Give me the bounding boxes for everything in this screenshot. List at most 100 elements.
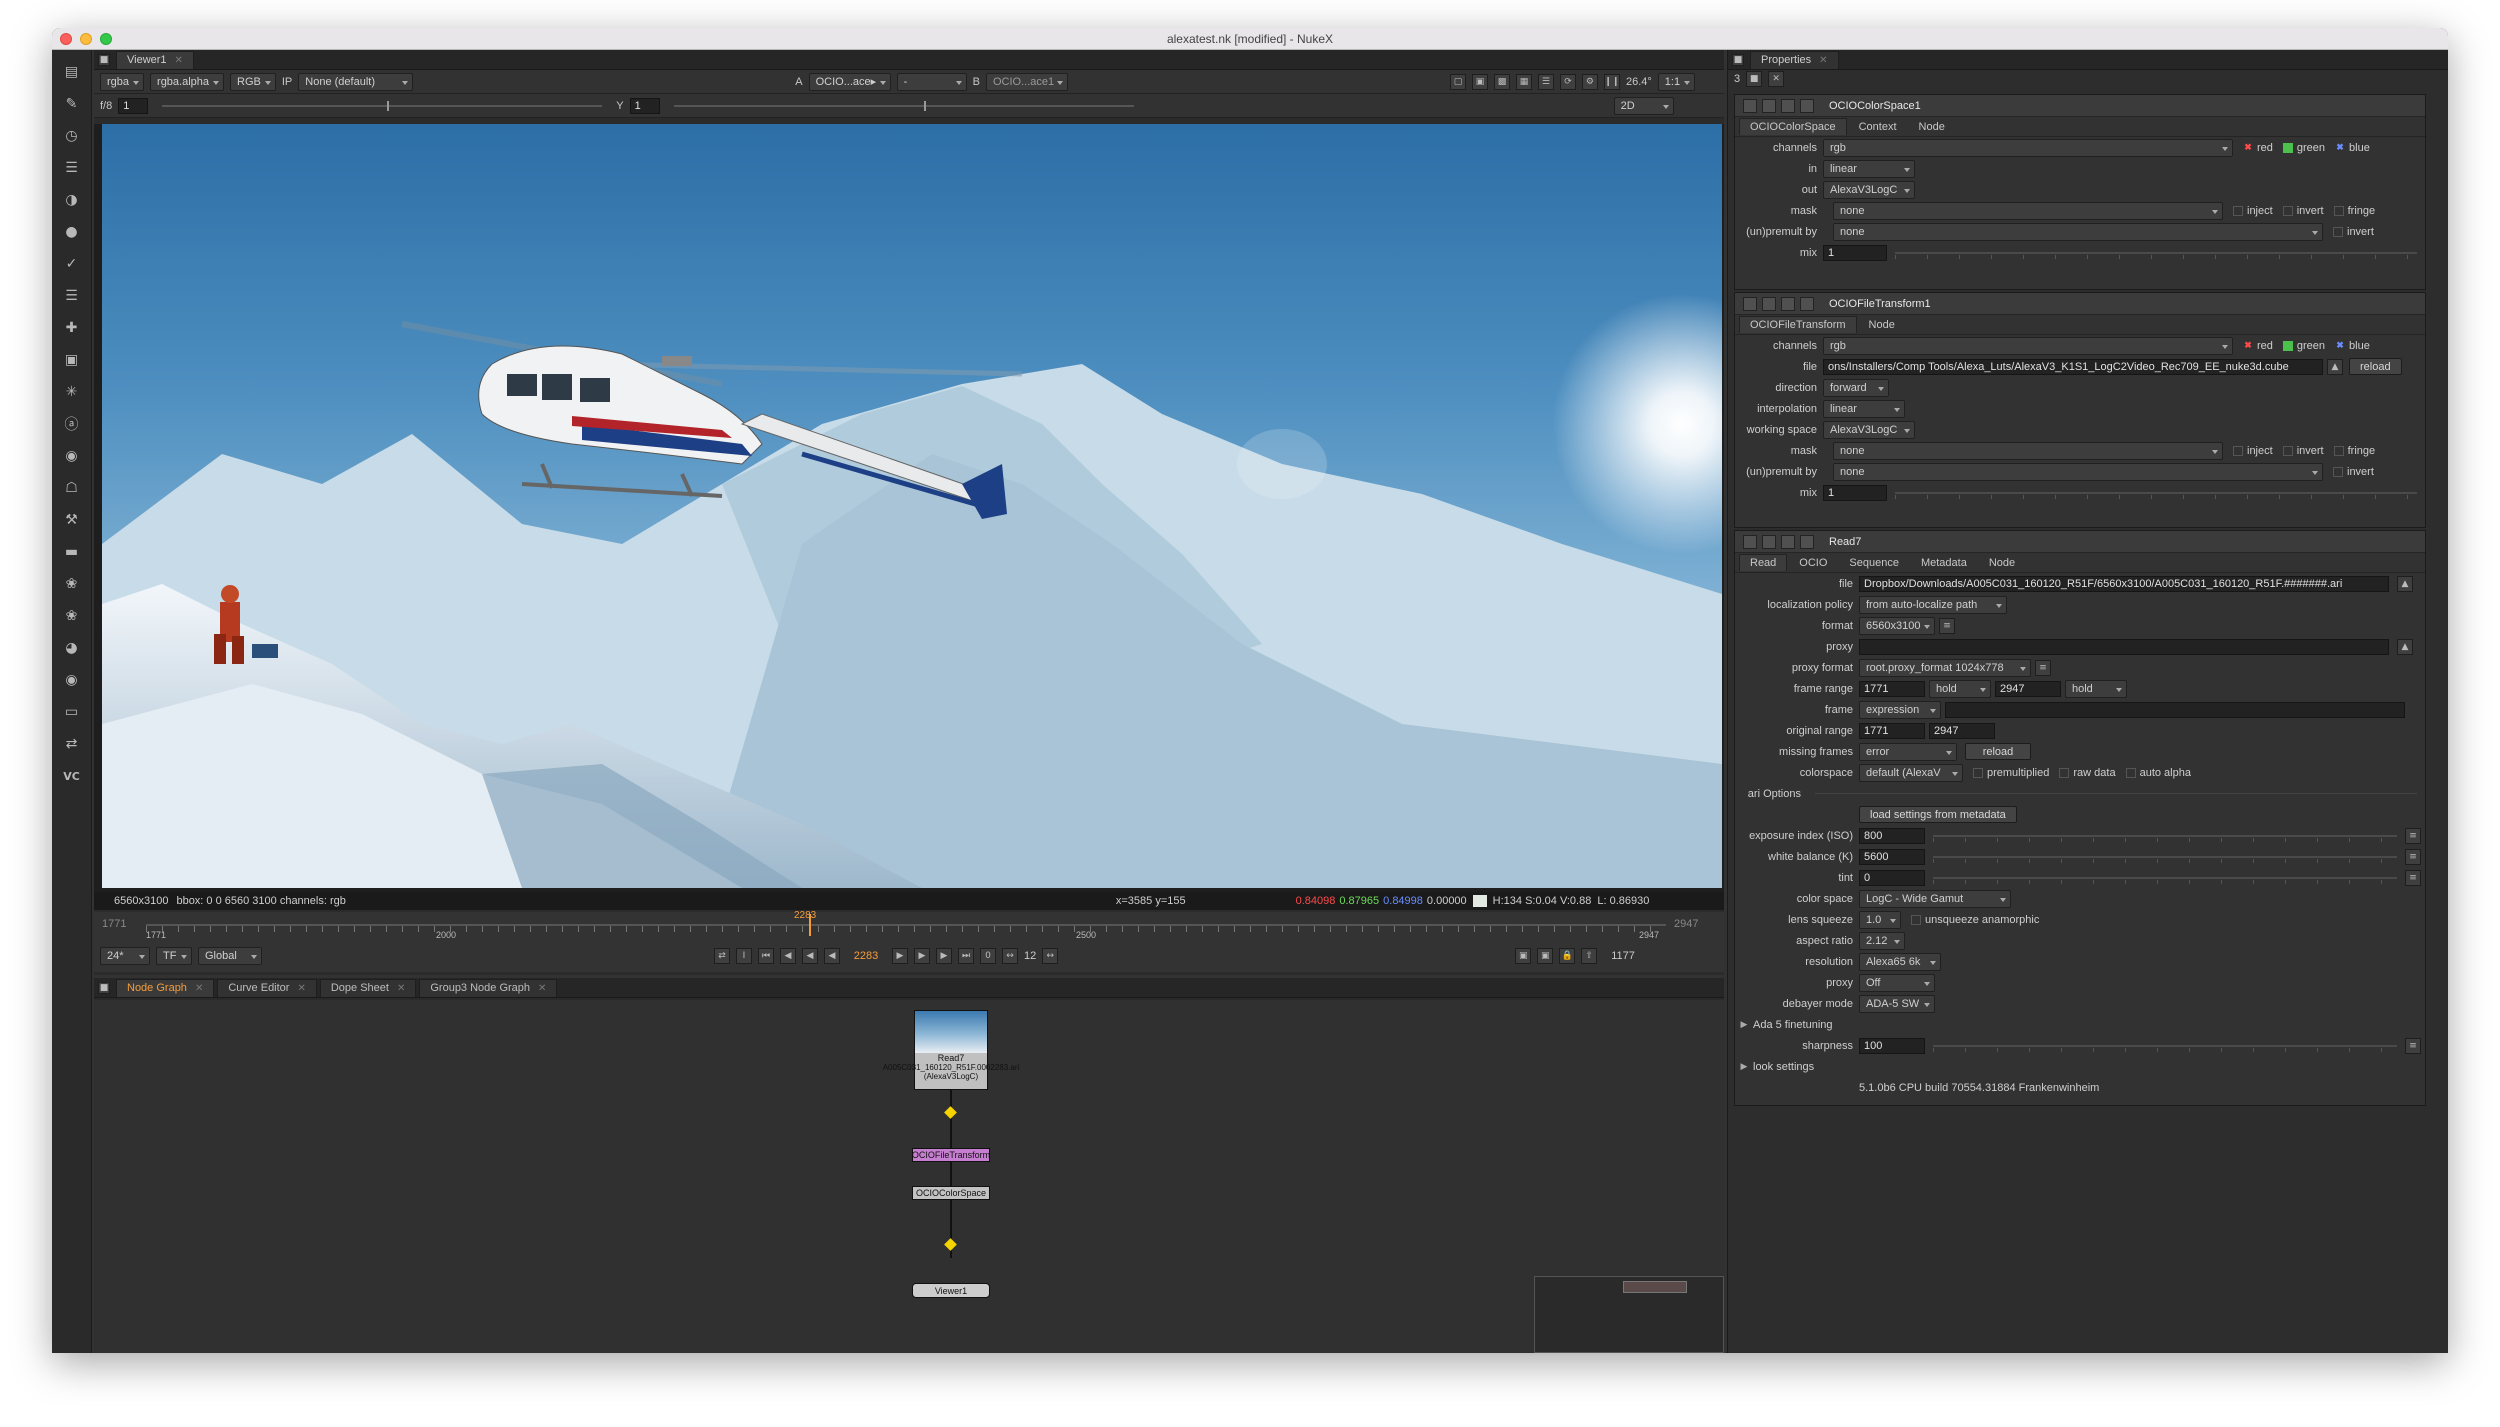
timeline-bar[interactable]: 1771 2283 1771 2000 2500 2947 2947 24* T… bbox=[94, 910, 1724, 972]
close-tab-icon[interactable]: ✕ bbox=[175, 55, 183, 66]
invert-premult-checkbox[interactable]: invert bbox=[2333, 226, 2374, 238]
channels-dropdown[interactable]: rgb bbox=[1823, 138, 2233, 157]
tab-properties[interactable]: Properties ✕ bbox=[1750, 50, 1839, 69]
3d-tool-icon[interactable]: ▣ bbox=[60, 348, 84, 372]
tab-viewer[interactable]: Viewer1 ✕ bbox=[116, 50, 194, 69]
color-icon[interactable] bbox=[1800, 534, 1814, 549]
aspect-ratio-dropdown[interactable]: 2.12 bbox=[1859, 931, 1905, 950]
toolsets-tool-icon[interactable]: ⚒ bbox=[60, 508, 84, 532]
tab-ocio[interactable]: OCIO bbox=[1789, 555, 1837, 571]
input-a-dropdown[interactable]: OCIO...ace▸ bbox=[808, 72, 891, 91]
lens-squeeze-dropdown[interactable]: 1.0 bbox=[1859, 910, 1901, 929]
collapse-icon[interactable] bbox=[1743, 534, 1757, 549]
file-input[interactable]: Dropbox/Downloads/A005C031_160120_R51F/6… bbox=[1859, 575, 2389, 592]
roi-icon[interactable]: ▢ bbox=[1449, 73, 1466, 90]
gain-input[interactable]: 1 bbox=[118, 97, 149, 114]
animation-icon[interactable]: ≡ bbox=[2405, 869, 2421, 886]
center-icon[interactable] bbox=[1781, 296, 1795, 311]
camera-colorspace-dropdown[interactable]: LogC - Wide Gamut bbox=[1859, 889, 2011, 908]
settings-icon[interactable]: ⚙ bbox=[1581, 73, 1598, 90]
mix-slider[interactable] bbox=[1895, 485, 2417, 501]
zoom-ratio-dropdown[interactable]: 1:1 bbox=[1657, 72, 1696, 91]
views-tool-icon[interactable]: ◉ bbox=[60, 444, 84, 468]
close-tab-icon[interactable]: ✕ bbox=[1819, 55, 1827, 66]
look-settings-row[interactable]: ▶ look settings bbox=[1735, 1056, 2425, 1077]
exposure-slider[interactable] bbox=[1933, 828, 2397, 844]
frame-expression-input[interactable] bbox=[1945, 701, 2405, 718]
close-window-button[interactable] bbox=[60, 33, 72, 45]
blue-checkbox[interactable]: ✖ blue bbox=[2335, 340, 2370, 352]
load-settings-button[interactable]: load settings from metadata bbox=[1859, 806, 2017, 823]
furnace-tool-icon[interactable]: ❀ bbox=[60, 572, 84, 596]
time-tool-icon[interactable]: ◷ bbox=[60, 124, 84, 148]
node-name-field[interactable]: OCIOColorSpace1 bbox=[1829, 100, 1921, 112]
tab-group3-node-graph[interactable]: Group3 Node Graph ✕ bbox=[419, 978, 558, 997]
tint-slider[interactable] bbox=[1933, 870, 2397, 886]
mix-slider[interactable] bbox=[1895, 245, 2417, 261]
cara-tool-icon[interactable]: ◕ bbox=[60, 636, 84, 660]
color-icon[interactable] bbox=[1800, 296, 1814, 311]
inject-checkbox[interactable]: inject bbox=[2233, 205, 2273, 217]
proxy-format-dropdown[interactable]: root.proxy_format 1024x778 bbox=[1859, 658, 2031, 677]
frame-range-end-input[interactable]: 2947 bbox=[1995, 680, 2061, 697]
invert-premult-checkbox[interactable]: invert bbox=[2333, 466, 2374, 478]
prev-increment-icon[interactable]: ◀ bbox=[802, 948, 818, 964]
next-frame-icon[interactable]: ▶ bbox=[914, 948, 930, 964]
keyer-tool-icon[interactable]: ✓ bbox=[60, 252, 84, 276]
after-hold-dropdown[interactable]: hold bbox=[2065, 679, 2127, 698]
tab-metadata[interactable]: Metadata bbox=[1911, 555, 1977, 571]
format-dropdown[interactable]: 6560x3100 bbox=[1859, 616, 1935, 635]
direction-dropdown[interactable]: forward bbox=[1823, 378, 1889, 397]
tint-input[interactable]: 0 bbox=[1859, 869, 1925, 886]
next-increment-icon[interactable]: ▶ bbox=[936, 948, 952, 964]
graph-navigator[interactable] bbox=[1534, 1276, 1724, 1353]
sharpness-input[interactable]: 100 bbox=[1859, 1037, 1925, 1054]
animation-icon[interactable]: ≡ bbox=[2405, 848, 2421, 865]
resolution-dropdown[interactable]: Alexa65 6k bbox=[1859, 952, 1941, 971]
filter-tool-icon[interactable]: ● bbox=[60, 220, 84, 244]
increment-value[interactable]: 12 bbox=[1024, 950, 1036, 962]
vc-tool-icon[interactable]: VC bbox=[60, 764, 84, 788]
play-backward-icon[interactable]: ◀ bbox=[824, 948, 840, 964]
ip-button[interactable]: IP bbox=[282, 76, 292, 88]
tab-context[interactable]: Context bbox=[1849, 119, 1907, 135]
prev-key-icon[interactable]: ◀ bbox=[780, 948, 796, 964]
overlay-icon[interactable]: ☰ bbox=[1537, 73, 1554, 90]
close-tab-icon[interactable]: ✕ bbox=[538, 983, 546, 994]
ocio-colorspace-node[interactable]: OCIOColorSpace bbox=[912, 1186, 990, 1200]
proxy-browse-icon[interactable]: ▲ bbox=[2397, 638, 2413, 655]
raw-data-checkbox[interactable]: raw data bbox=[2059, 767, 2116, 779]
invert-checkbox[interactable]: invert bbox=[2282, 205, 2324, 217]
disable-icon[interactable] bbox=[1762, 296, 1776, 311]
ocio-file-transform-node[interactable]: OCIOFileTransform bbox=[912, 1148, 990, 1162]
auto-alpha-checkbox[interactable]: auto alpha bbox=[2125, 767, 2191, 779]
tab-sequence[interactable]: Sequence bbox=[1839, 555, 1909, 571]
tab-ociofiletransform[interactable]: OCIOFileTransform bbox=[1739, 316, 1857, 333]
inject-checkbox[interactable]: inject bbox=[2233, 445, 2273, 457]
green-checkbox[interactable]: green bbox=[2282, 142, 2325, 154]
original-range-start-input[interactable]: 1771 bbox=[1859, 722, 1925, 739]
capture-icon[interactable]: ▣ bbox=[1537, 948, 1554, 964]
animation-icon[interactable]: ≡ bbox=[2405, 827, 2421, 844]
file-browse-icon[interactable]: ▲ bbox=[2327, 358, 2343, 375]
input-process-dropdown[interactable]: None (default) bbox=[298, 72, 414, 91]
deep-tool-icon[interactable]: ⓐ bbox=[60, 412, 84, 436]
channel-tool-icon[interactable]: ☰ bbox=[60, 156, 84, 180]
bluesky-tool-icon[interactable]: ◉ bbox=[60, 668, 84, 692]
white-balance-slider[interactable] bbox=[1933, 849, 2397, 865]
green-checkbox[interactable]: green bbox=[2282, 340, 2325, 352]
proxy-input[interactable] bbox=[1859, 638, 2389, 655]
display-channel-dropdown[interactable]: RGB bbox=[230, 72, 276, 91]
tab-node-graph[interactable]: Node Graph ✕ bbox=[116, 978, 215, 997]
nodes-tool-icon[interactable]: ⇄ bbox=[60, 732, 84, 756]
tf-dropdown[interactable]: TF bbox=[156, 947, 192, 965]
close-tab-icon[interactable]: ✕ bbox=[297, 983, 305, 994]
clear-panels-icon[interactable]: ✕ bbox=[1768, 71, 1785, 87]
zebra-icon[interactable]: ▩ bbox=[1493, 73, 1510, 90]
blue-checkbox[interactable]: ✖ blue bbox=[2335, 142, 2370, 154]
metadata-tool-icon[interactable]: ☖ bbox=[60, 476, 84, 500]
tab-ociocolorspace[interactable]: OCIOColorSpace bbox=[1739, 118, 1847, 135]
fps-dropdown[interactable]: 24* bbox=[100, 947, 150, 965]
tab-curve-editor[interactable]: Curve Editor ✕ bbox=[217, 978, 317, 997]
format-edit-icon[interactable]: ≡ bbox=[1939, 617, 1955, 634]
